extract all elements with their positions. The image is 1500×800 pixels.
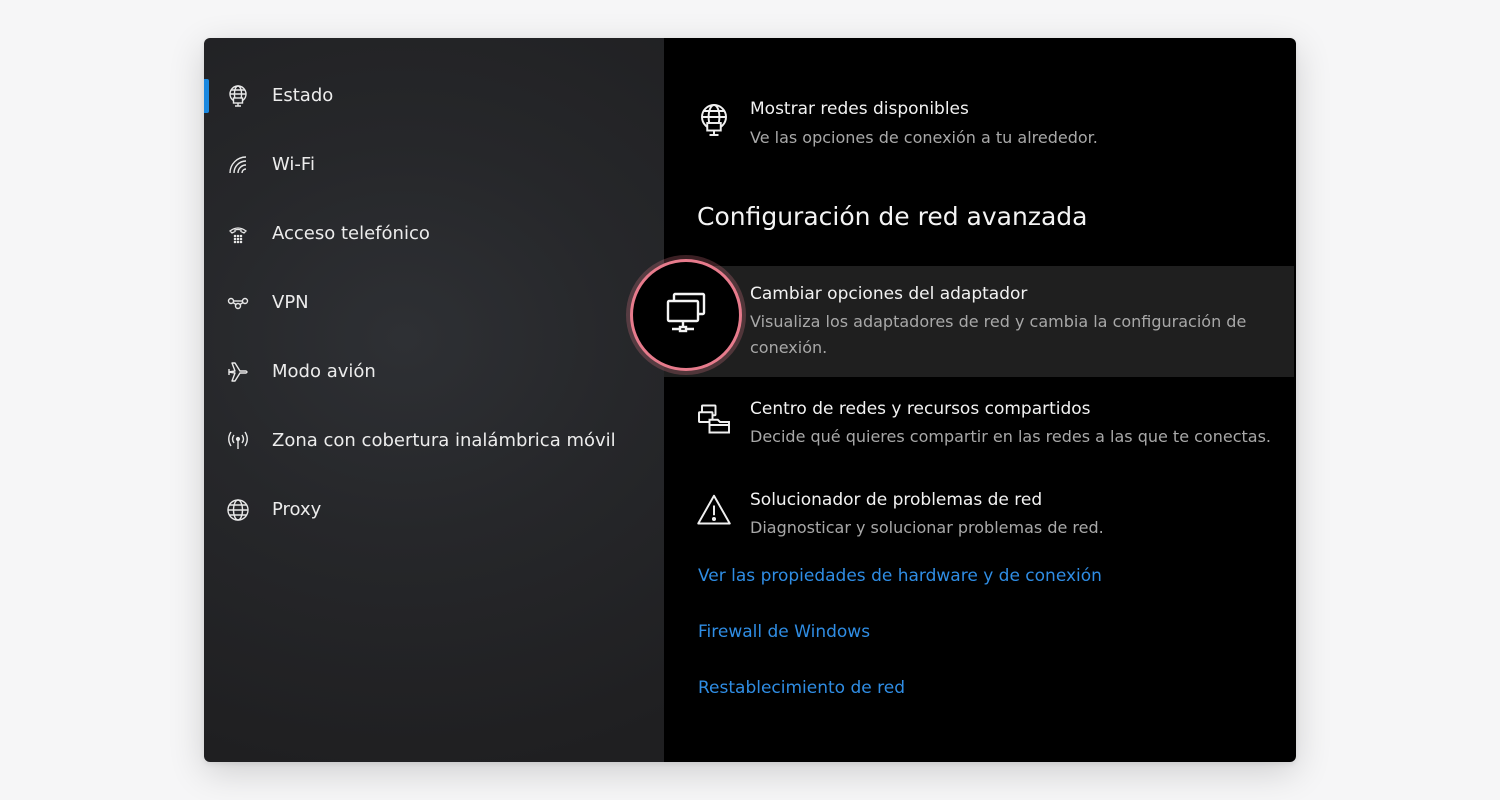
wifi-icon [226,153,250,177]
option-description: Diagnosticar y solucionar problemas de r… [750,518,1104,537]
network-sharing-icon [696,401,732,437]
sidebar-item-estado[interactable]: Estado [204,72,664,120]
warning-icon [696,492,732,528]
option-title: Solucionador de problemas de red [750,490,1043,510]
network-reset-link[interactable]: Restablecimiento de red [698,678,905,698]
sidebar-item-label: Wi-Fi [272,154,315,175]
network-troubleshooter[interactable]: Solucionador de problemas de red Diagnos… [664,486,1296,546]
globe-network-icon [226,84,250,108]
sidebar: Estado Wi-Fi Acceso telefónico VPN Modo … [204,38,664,762]
network-adapter-icon [662,289,710,341]
entry-description: Ve las opciones de conexión a tu alreded… [750,128,1098,147]
option-description: Visualiza los adaptadores de red y cambi… [750,312,1247,357]
sidebar-item-wifi[interactable]: Wi-Fi [204,141,664,189]
main-panel: Mostrar redes disponibles Ve las opcione… [664,38,1296,762]
globe-network-icon [696,102,732,138]
sidebar-item-vpn[interactable]: VPN [204,279,664,327]
change-adapter-options[interactable]: Cambiar opciones del adaptador Visualiza… [664,282,1296,362]
sidebar-item-acceso-telefonico[interactable]: Acceso telefónico [204,210,664,258]
sidebar-item-label: Modo avión [272,361,376,382]
option-description: Decide qué quieres compartir en las rede… [750,427,1271,446]
sidebar-item-label: Zona con cobertura inalámbrica móvil [272,430,616,451]
airplane-icon [226,360,250,384]
option-title: Centro de redes y recursos compartidos [750,399,1091,419]
sidebar-item-label: Acceso telefónico [272,223,430,244]
available-networks-entry[interactable]: Mostrar redes disponibles Ve las opcione… [664,96,1296,156]
highlight-callout [633,262,739,368]
sidebar-item-zona-cobertura[interactable]: Zona con cobertura inalámbrica móvil [204,417,664,465]
entry-title: Mostrar redes disponibles [750,99,969,119]
sidebar-item-proxy[interactable]: Proxy [204,486,664,534]
active-indicator [204,79,209,113]
hardware-properties-link[interactable]: Ver las propiedades de hardware y de con… [698,566,1102,586]
sidebar-item-label: Proxy [272,499,322,520]
dialup-phone-icon [226,222,250,246]
sidebar-item-label: Estado [272,85,334,106]
sidebar-item-label: VPN [272,292,309,313]
option-title: Cambiar opciones del adaptador [750,284,1028,304]
vpn-icon [226,291,250,315]
settings-window: Estado Wi-Fi Acceso telefónico VPN Modo … [204,38,1296,762]
network-sharing-center[interactable]: Centro de redes y recursos compartidos D… [664,396,1296,456]
globe-icon [226,498,250,522]
mobile-hotspot-icon [226,429,250,453]
sidebar-item-modo-avion[interactable]: Modo avión [204,348,664,396]
advanced-settings-title: Configuración de red avanzada [697,202,1088,231]
windows-firewall-link[interactable]: Firewall de Windows [698,622,870,642]
